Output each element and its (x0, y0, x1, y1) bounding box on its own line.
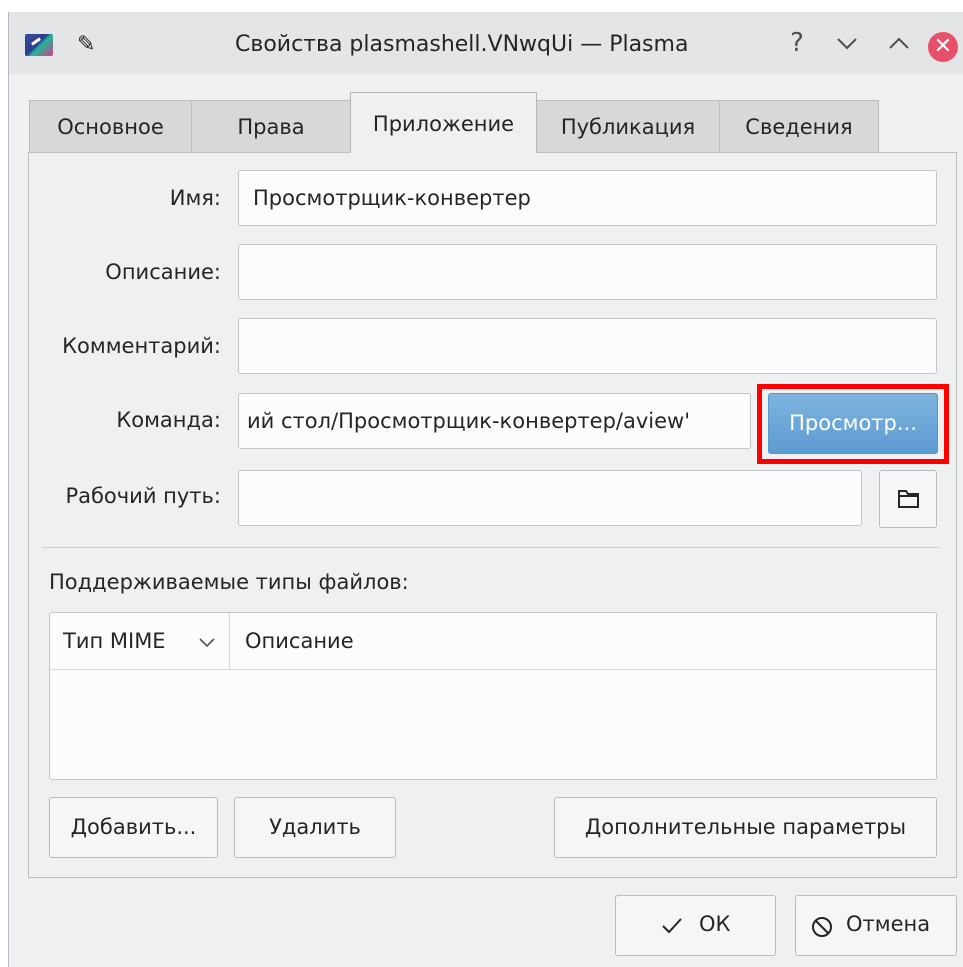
description-field[interactable] (238, 244, 937, 300)
filetypes-label: Поддерживаемые типы файлов: (49, 570, 409, 594)
browse-button[interactable]: Просмотр... (768, 393, 938, 454)
tab-permissions[interactable]: Права (191, 100, 351, 152)
column-mime-label: Тип MIME (63, 629, 166, 653)
cancel-label: Отмена (846, 912, 931, 936)
comment-label: Комментарий: (62, 334, 221, 358)
workdir-field[interactable] (238, 470, 862, 526)
check-icon (662, 918, 682, 934)
folder-browse-button[interactable] (879, 470, 937, 528)
name-label: Имя: (169, 186, 221, 210)
name-field[interactable]: Просмотрщик-конвертер (238, 170, 937, 226)
workdir-label: Рабочий путь: (65, 484, 221, 508)
cancel-icon (812, 917, 832, 937)
separator (42, 547, 939, 548)
chevron-down-icon (837, 38, 857, 50)
window-title: Свойства plasmashell.VNwqUi — Plasma (235, 32, 689, 57)
tab-details[interactable]: Сведения (719, 100, 879, 152)
properties-dialog: ✎ Свойства plasmashell.VNwqUi — Plasma ?… (8, 12, 963, 967)
close-button[interactable]: ✕ (928, 32, 958, 62)
mime-types-table[interactable]: Тип MIME Описание (49, 612, 937, 780)
tab-general[interactable]: Основное (29, 100, 192, 152)
column-description-label: Описание (245, 629, 354, 653)
tab-sharing[interactable]: Публикация (536, 100, 720, 152)
advanced-options-button[interactable]: Дополнительные параметры (554, 797, 937, 858)
command-field[interactable]: ий стол/Просмотрщик-конвертер/aview' (238, 393, 751, 449)
command-label: Команда: (116, 408, 221, 432)
app-icon (25, 34, 53, 56)
folder-icon (898, 490, 919, 508)
add-button[interactable]: Добавить... (49, 797, 218, 858)
pin-icon[interactable]: ✎ (77, 32, 95, 57)
help-button[interactable]: ? (780, 26, 814, 60)
remove-button[interactable]: Удалить (234, 797, 396, 858)
column-divider (229, 613, 230, 670)
column-header-mime[interactable]: Тип MIME (50, 613, 229, 670)
chevron-down-icon (199, 638, 215, 648)
minimize-button[interactable] (830, 26, 864, 60)
ok-label: ОК (699, 912, 731, 936)
cancel-button[interactable]: Отмена (795, 895, 957, 956)
comment-field[interactable] (238, 318, 937, 374)
ok-button[interactable]: ОК (615, 895, 776, 956)
chevron-up-icon (889, 37, 909, 49)
tab-application[interactable]: Приложение (350, 92, 537, 153)
title-bar[interactable]: ✎ Свойства plasmashell.VNwqUi — Plasma ?… (9, 12, 963, 74)
table-header: Тип MIME Описание (50, 613, 936, 670)
maximize-button[interactable] (882, 26, 916, 60)
description-label: Описание: (105, 260, 221, 284)
